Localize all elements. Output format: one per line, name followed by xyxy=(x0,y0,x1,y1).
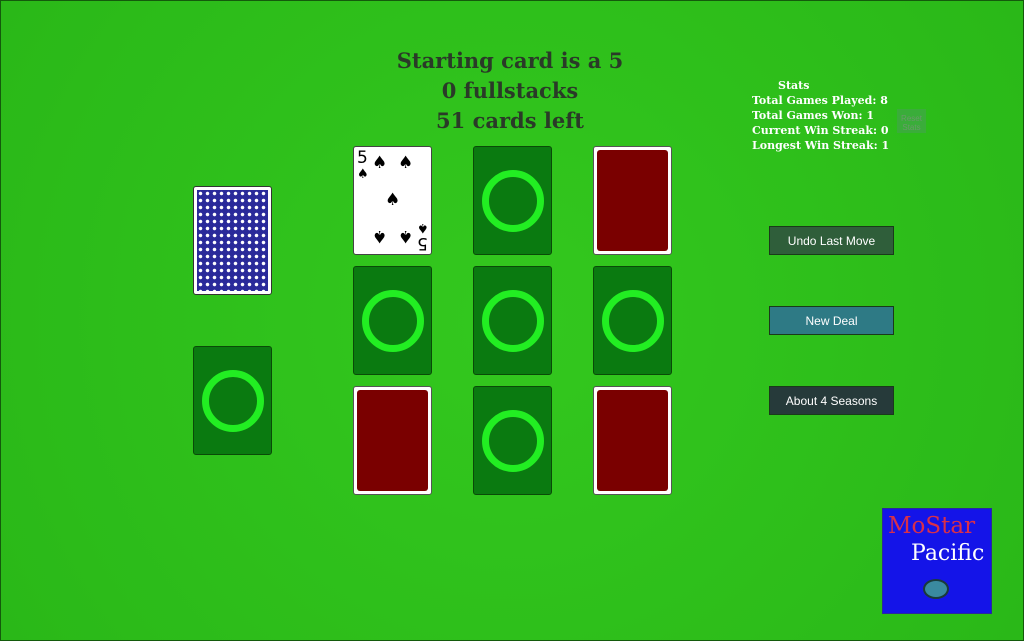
spade-icon: ♠ xyxy=(372,226,388,246)
reset-stats-button[interactable]: Reset Stats xyxy=(897,109,926,133)
about-button[interactable]: About 4 Seasons xyxy=(769,386,894,415)
draw-deck[interactable] xyxy=(193,186,272,295)
card-face-down[interactable] xyxy=(593,146,672,255)
logo-line1: MoStar xyxy=(888,513,976,539)
empty-slot-ring-icon xyxy=(481,169,544,232)
empty-slot-ring-icon xyxy=(361,289,424,352)
mostar-pacific-logo: MoStar Pacific xyxy=(882,508,992,614)
spade-icon: ♠ xyxy=(357,167,369,182)
stats-panel: Stats Total Games Played: 8 Total Games … xyxy=(752,78,889,153)
spade-icon: ♠ xyxy=(385,190,401,210)
tableau-slot-empty[interactable] xyxy=(593,266,672,375)
stat-longest-streak: Longest Win Streak: 1 xyxy=(752,139,890,152)
tableau-slot-empty[interactable] xyxy=(473,146,552,255)
undo-last-move-button[interactable]: Undo Last Move xyxy=(769,226,894,255)
card-face-down[interactable] xyxy=(593,386,672,495)
sea-turtle-icon xyxy=(923,579,949,599)
card-back-pattern xyxy=(197,190,268,291)
card-rank: 5 xyxy=(357,148,368,168)
starting-card-text: Starting card is a 5 xyxy=(396,48,624,73)
card-face-down[interactable] xyxy=(353,386,432,495)
tableau-slot-empty[interactable] xyxy=(473,266,552,375)
stat-games-played: Total Games Played: 8 xyxy=(752,94,888,107)
spade-icon: ♠ xyxy=(398,226,414,246)
tableau-slot-empty[interactable] xyxy=(473,386,552,495)
stats-title: Stats xyxy=(778,79,810,92)
spade-icon: ♠ xyxy=(398,153,414,173)
cards-left-text: 51 cards left xyxy=(436,108,584,133)
tableau-slot-empty[interactable] xyxy=(353,266,432,375)
stat-current-streak: Current Win Streak: 0 xyxy=(752,124,889,137)
discard-slot[interactable] xyxy=(193,346,272,455)
card-5-spades[interactable]: 5 ♠ ♠ ♠ ♠ ♠ ♠ ♠ 5 xyxy=(353,146,432,255)
fullstacks-text: 0 fullstacks xyxy=(441,78,579,103)
card-back-red xyxy=(597,150,668,251)
card-back-red xyxy=(357,390,428,491)
empty-slot-ring-icon xyxy=(481,289,544,352)
card-back-red xyxy=(597,390,668,491)
empty-slot-ring-icon xyxy=(201,369,264,432)
empty-slot-ring-icon xyxy=(481,409,544,472)
stat-games-won: Total Games Won: 1 xyxy=(752,109,874,122)
logo-line2: Pacific xyxy=(911,541,985,566)
card-rank: 5 xyxy=(417,233,428,253)
spade-icon: ♠ xyxy=(372,153,388,173)
new-deal-button[interactable]: New Deal xyxy=(769,306,894,335)
empty-slot-ring-icon xyxy=(601,289,664,352)
